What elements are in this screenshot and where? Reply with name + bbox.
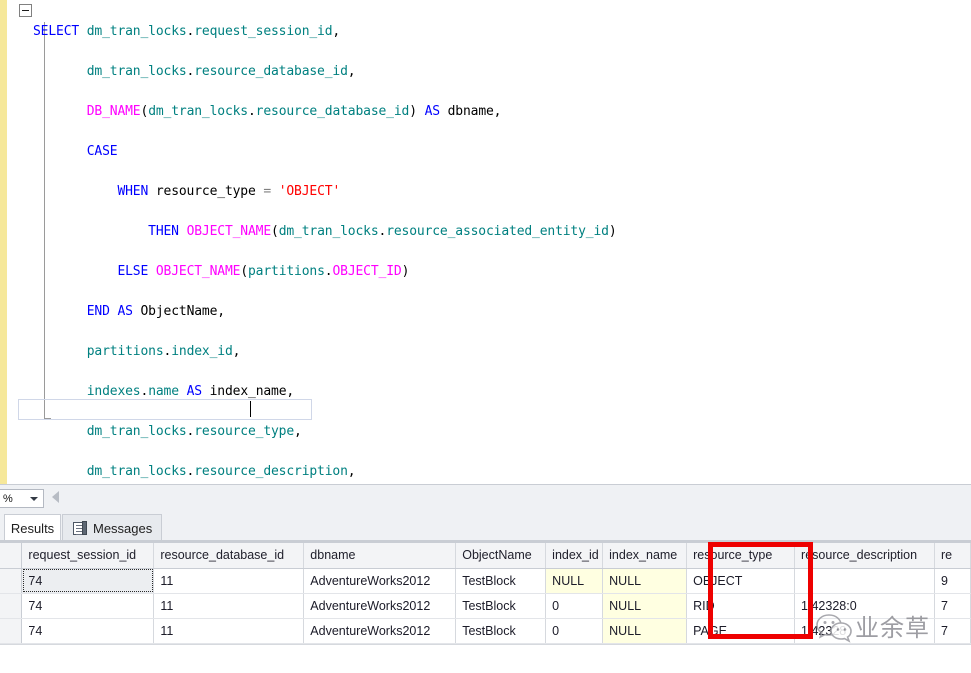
- watermark: 业余草: [816, 608, 966, 648]
- grid-cell[interactable]: PAGE: [686, 618, 796, 644]
- modified-line-indicator-stripe: [0, 0, 7, 484]
- column-header[interactable]: resource_type: [686, 543, 796, 569]
- code-line: partitions.index_id,: [86, 344, 241, 359]
- horizontal-scrollbar-track[interactable]: [64, 486, 971, 512]
- grid-cell[interactable]: 74: [21, 593, 155, 619]
- grid-cell[interactable]: 11: [153, 568, 305, 594]
- grid-empty-area: [0, 644, 971, 673]
- grid-cell[interactable]: TestBlock: [455, 568, 547, 594]
- text-caret: [250, 401, 251, 417]
- column-header[interactable]: request_session_id: [21, 543, 155, 569]
- code-line: END AS ObjectName,: [86, 304, 225, 319]
- grid-cell[interactable]: OBJECT: [686, 568, 796, 594]
- grid-cell[interactable]: 0: [545, 593, 604, 619]
- sql-editor-pane[interactable]: SELECT dm_tran_locks.request_session_id,…: [0, 0, 971, 484]
- chevron-down-icon: [30, 497, 38, 501]
- code-line: SELECT dm_tran_locks.request_session_id,: [33, 24, 341, 39]
- tab-messages-label: Messages: [93, 520, 153, 536]
- tab-results-label: Results: [10, 520, 55, 536]
- grid-cell[interactable]: NULL: [602, 593, 688, 619]
- tab-results[interactable]: Results: [4, 514, 61, 542]
- column-header[interactable]: index_name: [602, 543, 688, 569]
- code-line: DB_NAME(dm_tran_locks.resource_database_…: [86, 104, 502, 119]
- zoom-level-dropdown[interactable]: %: [0, 489, 44, 508]
- column-header[interactable]: dbname: [303, 543, 457, 569]
- messages-page-icon: [73, 520, 87, 536]
- code-line: CASE: [86, 144, 118, 159]
- row-header-corner[interactable]: [0, 543, 23, 569]
- column-header[interactable]: ObjectName: [455, 543, 547, 569]
- code-line: THEN OBJECT_NAME(dm_tran_locks.resource_…: [148, 224, 617, 239]
- row-header[interactable]: [0, 618, 23, 644]
- current-line-highlight: [18, 399, 312, 420]
- grid-cell[interactable]: TestBlock: [455, 593, 547, 619]
- table-header-row: request_session_id resource_database_id …: [0, 543, 971, 569]
- code-line: ELSE OBJECT_NAME(partitions.OBJECT_ID): [117, 264, 410, 279]
- grid-cell[interactable]: 9: [934, 568, 971, 594]
- grid-cell[interactable]: NULL: [602, 568, 688, 594]
- grid-cell[interactable]: NULL: [602, 618, 688, 644]
- row-header[interactable]: [0, 568, 23, 594]
- scroll-left-arrow-icon[interactable]: [52, 491, 59, 503]
- tab-messages[interactable]: Messages: [62, 514, 162, 542]
- results-tabstrip: Results Messages: [0, 512, 971, 542]
- column-header[interactable]: resource_database_id: [153, 543, 305, 569]
- code-line: dm_tran_locks.resource_database_id,: [86, 64, 356, 79]
- code-line: dm_tran_locks.resource_description,: [86, 464, 356, 479]
- grid-cell[interactable]: AdventureWorks2012: [303, 593, 457, 619]
- code-line: WHEN resource_type = 'OBJECT': [117, 184, 341, 199]
- grid-cell[interactable]: RID: [686, 593, 796, 619]
- column-header[interactable]: index_id: [545, 543, 604, 569]
- code-line: dm_tran_locks.resource_type,: [86, 424, 302, 439]
- editor-selection-margin[interactable]: [7, 0, 18, 484]
- grid-cell[interactable]: 11: [153, 618, 305, 644]
- column-header[interactable]: re: [934, 543, 971, 569]
- grid-cell[interactable]: 0: [545, 618, 604, 644]
- grid-cell[interactable]: TestBlock: [455, 618, 547, 644]
- grid-cell[interactable]: AdventureWorks2012: [303, 618, 457, 644]
- grid-cell[interactable]: 74: [21, 618, 155, 644]
- row-header[interactable]: [0, 593, 23, 619]
- column-header[interactable]: resource_description: [794, 543, 935, 569]
- editor-bottom-bar: %: [0, 484, 971, 512]
- collapse-region-icon[interactable]: [19, 4, 32, 17]
- grid-cell[interactable]: NULL: [545, 568, 604, 594]
- grid-cell[interactable]: AdventureWorks2012: [303, 568, 457, 594]
- zoom-level-value: %: [3, 492, 13, 505]
- table-row: 74 11 AdventureWorks2012 TestBlock NULL …: [0, 568, 971, 594]
- watermark-text: 业余草: [855, 614, 930, 642]
- grid-cell[interactable]: [794, 568, 935, 594]
- wechat-logo-icon: [816, 612, 854, 644]
- grid-cell[interactable]: 11: [153, 593, 305, 619]
- grid-cell[interactable]: 74: [21, 568, 155, 594]
